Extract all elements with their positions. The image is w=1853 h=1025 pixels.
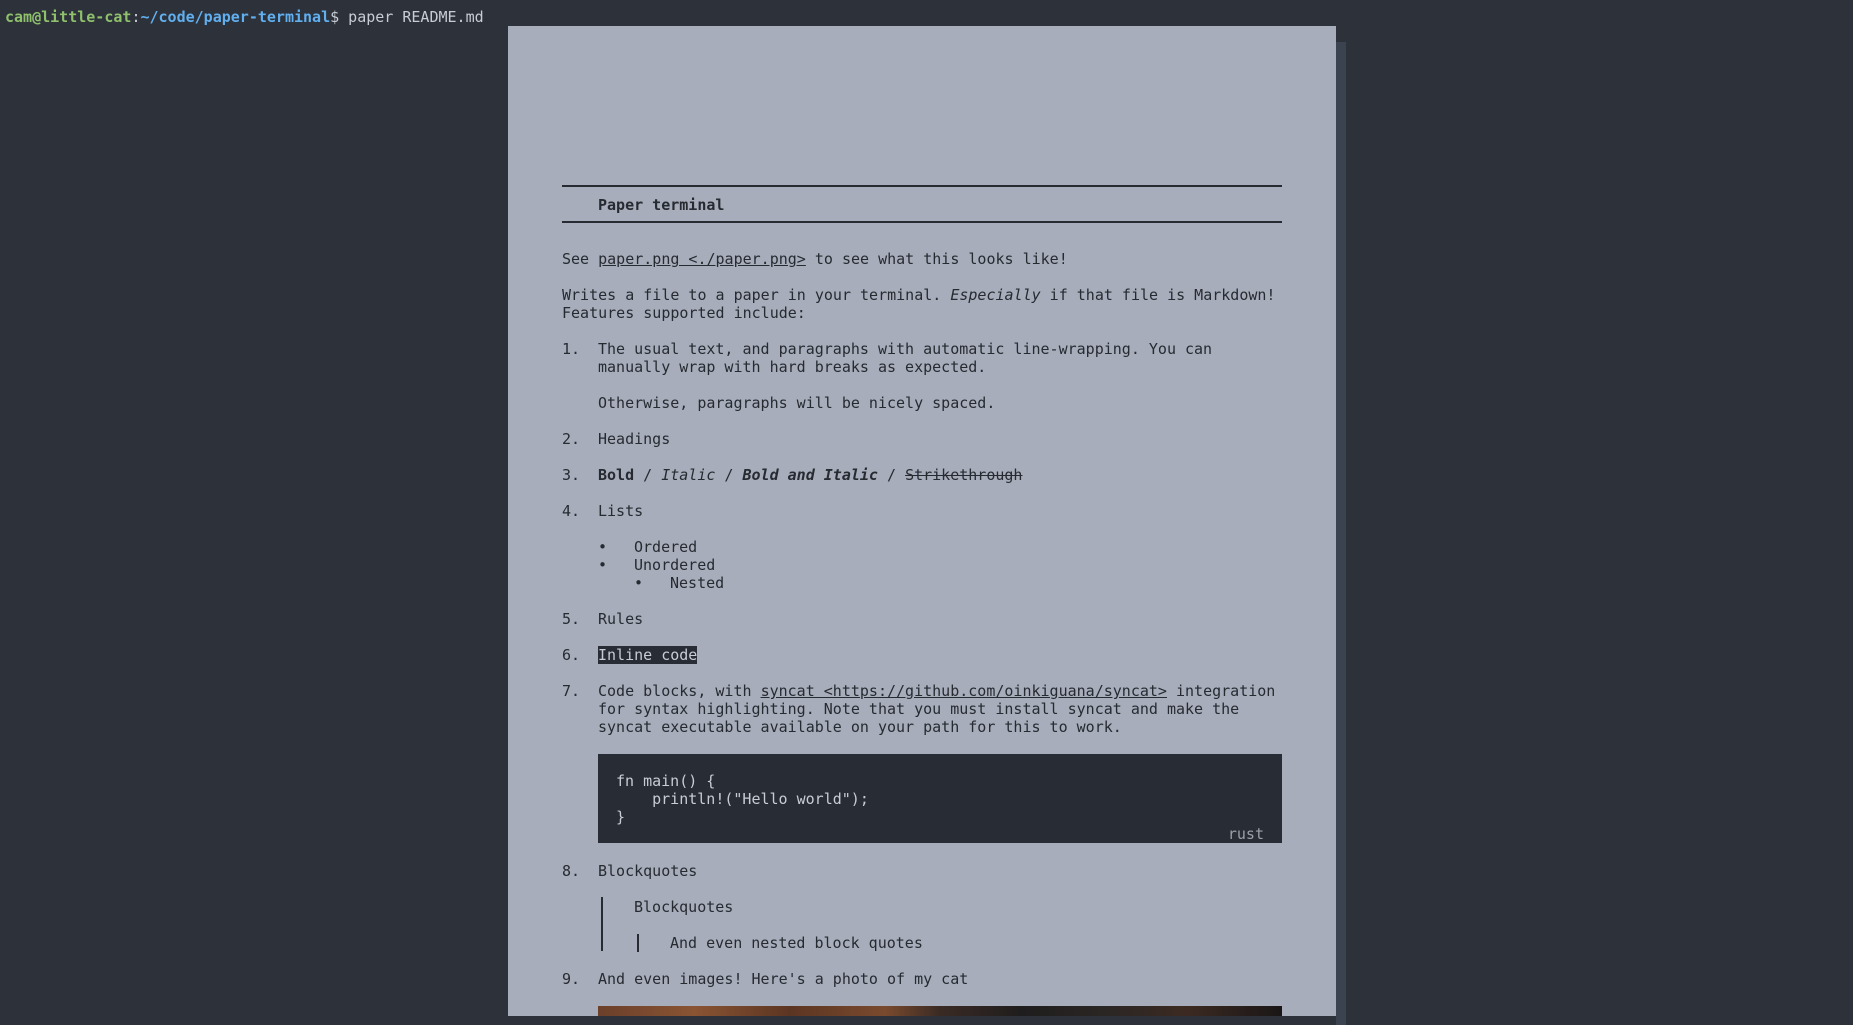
list-number: 5. xyxy=(562,610,581,628)
sub-list-item: Ordered xyxy=(634,538,698,556)
paper-shadow xyxy=(1336,42,1346,1025)
prompt-path: ~/code/paper-terminal xyxy=(140,8,331,26)
syncat-link[interactable]: syncat <https://github.com/oinkiguana/sy… xyxy=(761,682,1167,700)
code-line: println!("Hello world"); xyxy=(616,790,869,808)
list-item-text: The usual text, and paragraphs with auto… xyxy=(598,340,1213,358)
bullet: • xyxy=(634,574,644,592)
list-item-text: manually wrap with hard breaks as expect… xyxy=(598,358,987,376)
intro-line-2: Features supported include: xyxy=(562,304,806,322)
inline-code-example: Inline code xyxy=(598,646,698,664)
list-number: 6. xyxy=(562,646,581,664)
nested-blockquote-text: And even nested block quotes xyxy=(670,934,923,952)
list-item-text: syncat executable available on your path… xyxy=(598,718,1122,736)
list-number: 7. xyxy=(562,682,581,700)
list-item-text: for syntax highlighting. Note that you m… xyxy=(598,700,1240,718)
prompt-command: paper README.md xyxy=(339,8,484,26)
prompt-symbol: $ xyxy=(330,8,340,26)
list-item-text: Otherwise, paragraphs will be nicely spa… xyxy=(598,394,996,412)
intro-line-1: Writes a file to a paper in your termina… xyxy=(562,286,1276,304)
inline-code: Inline code xyxy=(598,646,698,664)
title-rule-top xyxy=(562,185,1282,187)
paper-png-link[interactable]: paper.png <./paper.png> xyxy=(598,250,806,268)
list-number: 4. xyxy=(562,502,581,520)
title-rule-bottom xyxy=(562,221,1282,223)
list-item-text: Blockquotes xyxy=(598,862,698,880)
blockquote-text: Blockquotes xyxy=(634,898,734,916)
sub-list-item: Unordered xyxy=(634,556,716,574)
code-line: } xyxy=(616,808,626,826)
prompt-user-host: cam@little-cat xyxy=(5,8,132,26)
code-block[interactable]: fn main() { println!("Hello world"); } r… xyxy=(598,754,1282,843)
list-number: 1. xyxy=(562,340,581,358)
list-number: 3. xyxy=(562,466,581,484)
bullet: • xyxy=(598,538,608,556)
list-number: 2. xyxy=(562,430,581,448)
bullet: • xyxy=(598,556,608,574)
list-item-text: Rules xyxy=(598,610,644,628)
cat-photo-image xyxy=(598,1006,1282,1016)
formatting-examples: Bold / Italic / Bold and Italic / Strike… xyxy=(598,466,1023,484)
shell-prompt: cam@little-cat:~/code/paper-terminal$ pa… xyxy=(5,7,484,27)
list-item-text: And even images! Here's a photo of my ca… xyxy=(598,970,969,988)
list-item-text: Headings xyxy=(598,430,671,448)
list-item-text: Code blocks, with syncat <https://github… xyxy=(598,682,1276,700)
code-language-label: rust xyxy=(1227,825,1264,843)
document-title: Paper terminal xyxy=(598,196,725,214)
nested-blockquote-bar xyxy=(637,934,639,952)
blockquote-bar xyxy=(601,897,603,951)
paper[interactable]: Paper terminal See paper.png <./paper.pn… xyxy=(508,26,1336,1016)
list-number: 9. xyxy=(562,970,581,988)
list-number: 8. xyxy=(562,862,581,880)
nested-list-item: Nested xyxy=(670,574,725,592)
see-paragraph: See paper.png <./paper.png> to see what … xyxy=(562,250,1068,268)
list-item-text: Lists xyxy=(598,502,644,520)
code-line: fn main() { xyxy=(616,772,716,790)
